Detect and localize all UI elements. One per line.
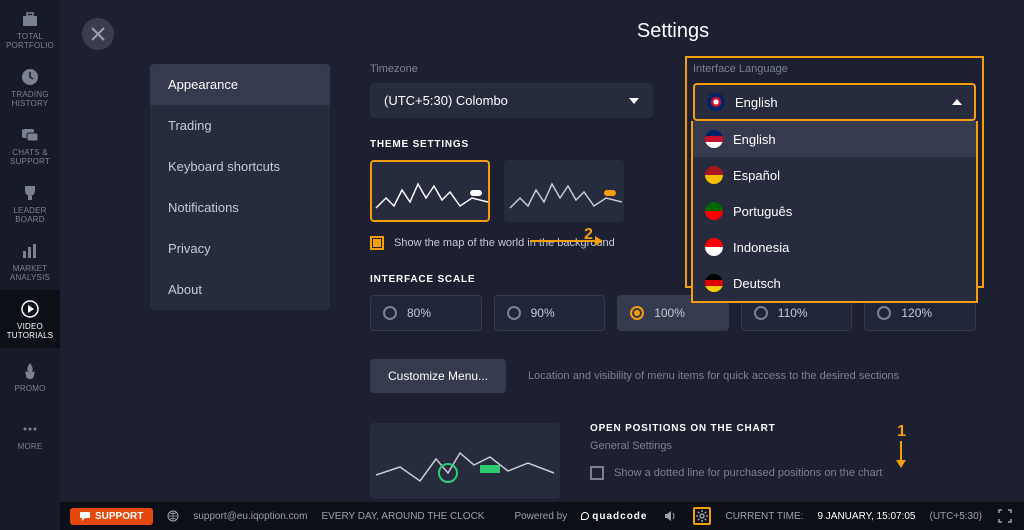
language-field: Interface Language English EnglishEspaño… (693, 63, 976, 121)
flag-icon (705, 238, 723, 256)
checkbox-icon (370, 236, 384, 250)
dots-icon (20, 419, 40, 439)
sidebar-item-chat[interactable]: CHATS &SUPPORT (0, 116, 60, 174)
radio-icon (507, 306, 521, 320)
open-positions-sub: General Settings (590, 440, 976, 452)
timezone-label: Timezone (370, 63, 653, 75)
theme-dark-1[interactable] (370, 160, 490, 222)
dotted-line-checkbox-row[interactable]: Show a dotted line for purchased positio… (590, 466, 976, 480)
trophy-icon (20, 183, 40, 203)
current-time-label: CURRENT TIME: (725, 511, 803, 522)
powered-by-label: Powered by (514, 511, 567, 522)
timezone-select[interactable]: (UTC+5:30) Colombo (370, 83, 653, 118)
footer-tagline: EVERY DAY, AROUND THE CLOCK (321, 511, 484, 522)
map-checkbox-label: Show the map of the world in the backgro… (394, 237, 615, 249)
flame-icon (20, 361, 40, 381)
radio-icon (754, 306, 768, 320)
footer: SUPPORT support@eu.iqoption.com EVERY DA… (60, 502, 1024, 530)
sidebar-item-dots[interactable]: MORE (0, 406, 60, 464)
language-option[interactable]: Deutsch (693, 265, 976, 301)
sidebar-item-flame[interactable]: PROMO (0, 348, 60, 406)
clock-icon (20, 67, 40, 87)
sidebar-item-briefcase[interactable]: TOTALPORTFOLIO (0, 0, 60, 58)
annotation-2: 2 (584, 226, 593, 244)
globe-icon (167, 510, 179, 522)
nav-item[interactable]: Appearance (150, 64, 330, 105)
open-positions-preview (370, 423, 560, 499)
play-icon (20, 299, 40, 319)
flag-icon (705, 166, 723, 184)
flag-icon (705, 130, 723, 148)
sidebar-item-trophy[interactable]: LEADERBOARD (0, 174, 60, 232)
chat-icon (20, 125, 40, 145)
sound-icon[interactable] (661, 507, 679, 525)
language-dropdown: EnglishEspañolPortuguêsIndonesiaDeutsch (691, 121, 978, 303)
chevron-up-icon (952, 99, 962, 105)
nav-item[interactable]: Privacy (150, 228, 330, 269)
annotation-1: 1 (897, 423, 906, 441)
customize-hint: Location and visibility of menu items fo… (528, 370, 899, 382)
timezone-value: (UTC+5:30) Colombo (384, 93, 508, 108)
current-time-value: 9 JANUARY, 15:07:05 (817, 511, 915, 522)
radio-icon (630, 306, 644, 320)
support-button[interactable]: SUPPORT (70, 508, 153, 525)
customize-menu-button[interactable]: Customize Menu... (370, 359, 506, 393)
nav-item[interactable]: Trading (150, 105, 330, 146)
flag-icon (705, 274, 723, 292)
fullscreen-icon[interactable] (996, 507, 1014, 525)
chat-icon (80, 511, 90, 521)
nav-item[interactable]: Keyboard shortcuts (150, 146, 330, 187)
radio-icon (383, 306, 397, 320)
nav-item[interactable]: About (150, 269, 330, 310)
page-title: Settings (370, 20, 976, 43)
current-tz: (UTC+5:30) (929, 511, 982, 522)
nav-item[interactable]: Notifications (150, 187, 330, 228)
language-option[interactable]: Español (693, 157, 976, 193)
scale-option[interactable]: 80% (370, 295, 482, 331)
language-option[interactable]: Indonesia (693, 229, 976, 265)
flag-icon (705, 202, 723, 220)
flag-icon (707, 93, 725, 111)
dotted-line-label: Show a dotted line for purchased positio… (614, 467, 882, 479)
support-email[interactable]: support@eu.iqoption.com (193, 511, 307, 522)
sidebar-item-play[interactable]: VIDEOTUTORIALS (0, 290, 60, 348)
sidebar: TOTALPORTFOLIOTRADINGHISTORYCHATS &SUPPO… (0, 0, 60, 530)
settings-icon-footer[interactable] (693, 507, 711, 525)
bars-icon (20, 241, 40, 261)
open-positions-label: OPEN POSITIONS ON THE CHART (590, 423, 976, 434)
language-select[interactable]: English (693, 83, 976, 121)
language-value: English (735, 95, 778, 110)
theme-dark-2[interactable] (504, 160, 624, 222)
sidebar-item-bars[interactable]: MARKETANALYSIS (0, 232, 60, 290)
briefcase-icon (20, 9, 40, 29)
language-label: Interface Language (693, 63, 976, 75)
annotation-arrow-1 (900, 441, 902, 461)
sidebar-item-clock[interactable]: TRADINGHISTORY (0, 58, 60, 116)
language-option[interactable]: English (693, 121, 976, 157)
radio-icon (877, 306, 891, 320)
language-option[interactable]: Português (693, 193, 976, 229)
close-icon (91, 27, 105, 41)
brand-name: quadcode (581, 511, 647, 522)
chevron-down-icon (629, 98, 639, 104)
settings-nav: AppearanceTradingKeyboard shortcutsNotif… (150, 64, 330, 310)
checkbox-icon (590, 466, 604, 480)
close-button[interactable] (82, 18, 114, 50)
scale-option[interactable]: 90% (494, 295, 606, 331)
